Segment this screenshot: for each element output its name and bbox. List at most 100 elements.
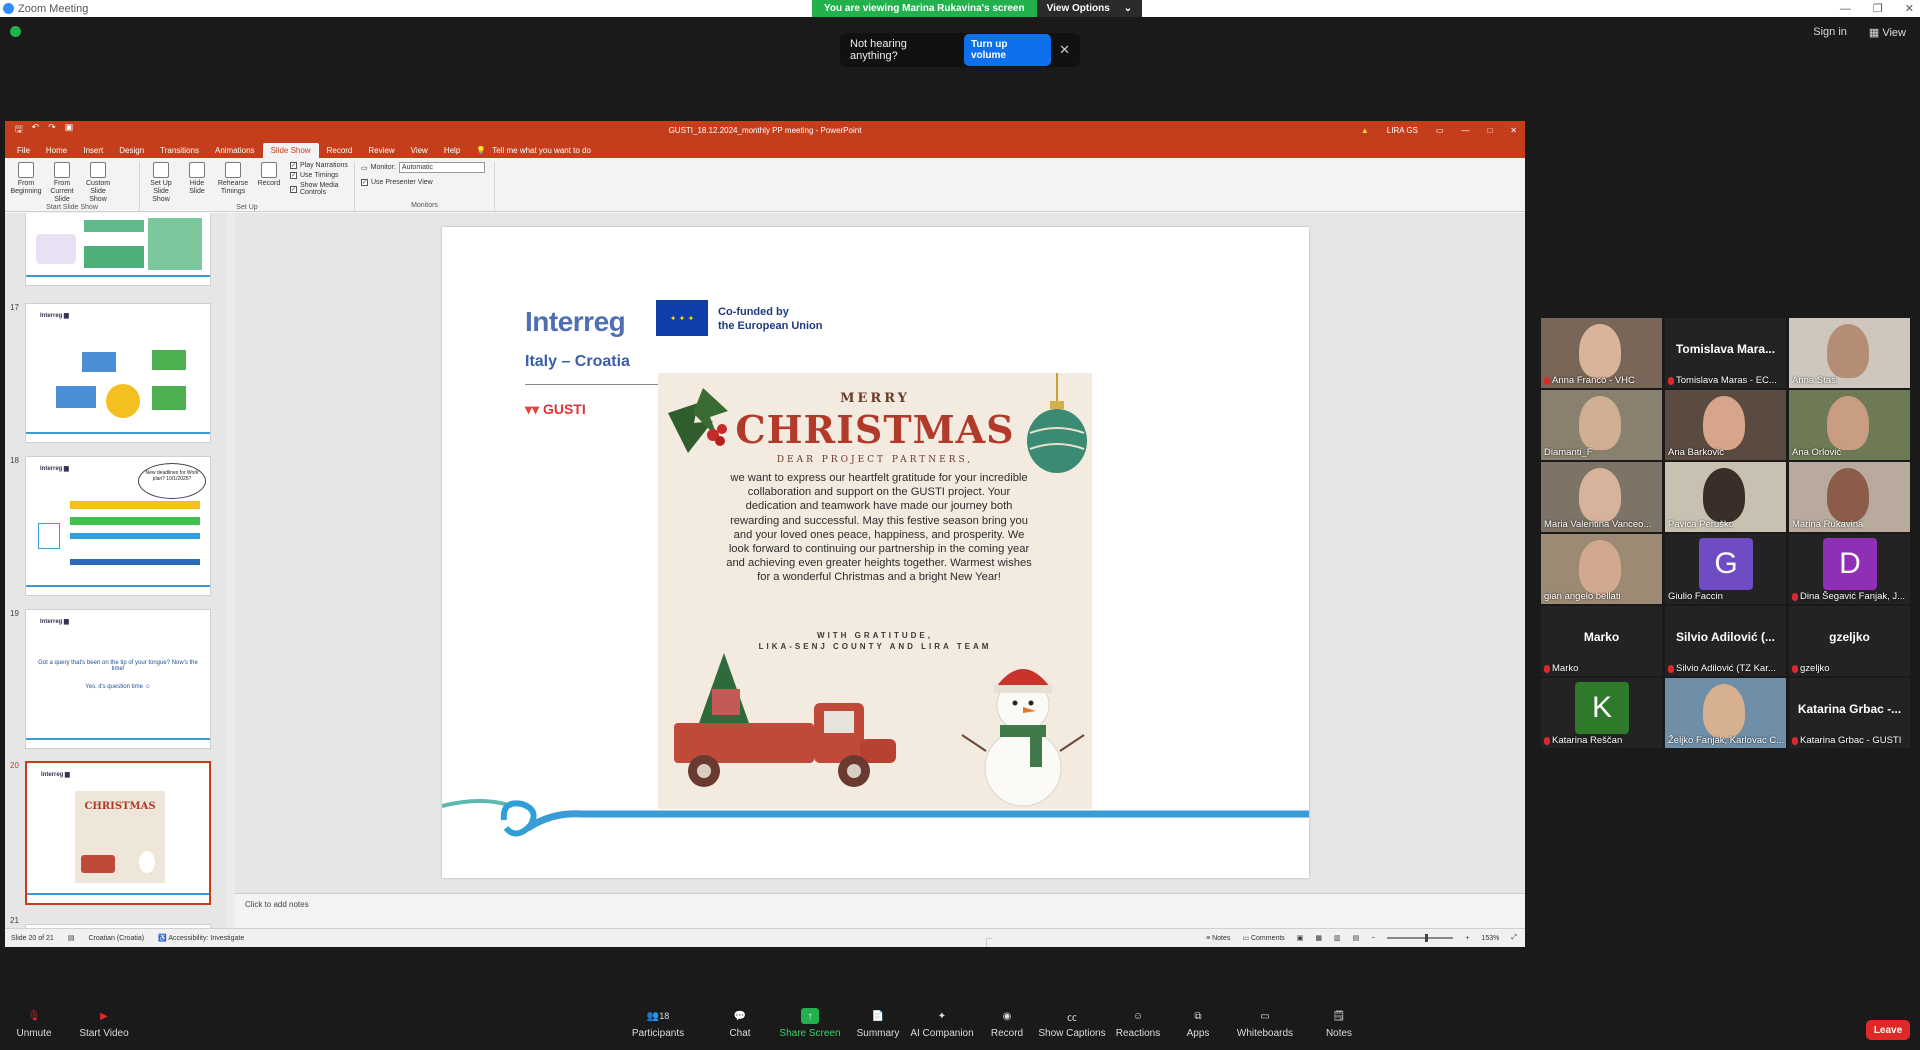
tab-transitions[interactable]: Transitions (152, 143, 207, 158)
monitor-select[interactable]: ▭ Monitor: Automatic (361, 162, 488, 173)
participant-tile[interactable]: Anna Stasi (1789, 318, 1910, 388)
tab-view[interactable]: View (403, 143, 436, 158)
whiteboards-button[interactable]: ▭ Whiteboards (1225, 1008, 1305, 1040)
tab-record[interactable]: Record (319, 143, 361, 158)
participant-tile[interactable]: Silvio Adilović (... Silvio Adilović (TZ … (1665, 606, 1786, 676)
tab-slide-show[interactable]: Slide Show (262, 143, 319, 158)
leave-button[interactable]: Leave (1866, 1020, 1910, 1040)
participant-tile[interactable]: Katarina Grbac -... Katarina Grbac - GUST… (1789, 678, 1910, 748)
notes-toggle[interactable]: ≡ Notes (1206, 935, 1230, 942)
monitor-dropdown[interactable]: Automatic (398, 162, 485, 173)
ppt-minimize-icon[interactable]: — (1461, 126, 1469, 135)
normal-view-icon[interactable]: ▣ (1297, 934, 1304, 942)
participant-tile[interactable]: Diamanti_F (1541, 390, 1662, 460)
view-options-button[interactable]: View Options ⌄ (1036, 0, 1143, 17)
from-current-button[interactable]: From Current Slide (47, 162, 77, 204)
toast-close-icon[interactable]: ✕ (1059, 42, 1070, 58)
participant-tile[interactable]: Ana Barković (1665, 390, 1786, 460)
sign-in-link[interactable]: Sign in (1813, 26, 1847, 39)
chevron-down-icon: ⌄ (1123, 3, 1133, 14)
tab-home[interactable]: Home (38, 143, 75, 158)
custom-show-button[interactable]: Custom Slide Show (83, 162, 113, 204)
presenter-view-checkbox[interactable]: ✓ Use Presenter View (361, 179, 488, 186)
participant-tile[interactable]: G Giulio Faccin (1665, 534, 1786, 604)
reading-view-icon[interactable]: ▥ (1334, 934, 1341, 942)
thumbnail-box[interactable]: Interreg ▆ (25, 303, 211, 443)
zoom-out-icon[interactable]: − (1371, 935, 1375, 942)
participant-tile[interactable]: Pavica Peruško (1665, 462, 1786, 532)
thumbnail-box[interactable]: Interreg ▆ Got a query that's been on th… (25, 609, 211, 749)
zoom-slider[interactable] (1387, 934, 1454, 942)
christmas-card-image[interactable]: MERRY CHRISTMAS DEAR PROJECT PARTNERS, w… (658, 373, 1092, 809)
thumbnail-box[interactable] (25, 213, 211, 286)
set-up-show-button[interactable]: Set Up Slide Show (146, 162, 176, 204)
thumbnail-box[interactable]: Interreg ▆ New deadlines for Work plan? … (25, 456, 211, 596)
participants-button[interactable]: 👥 18 Participants (618, 1008, 698, 1040)
thumb-box (152, 350, 186, 370)
ribbon-display-icon[interactable]: ▭ (1436, 126, 1444, 135)
start-video-button[interactable]: ▶ Start Video (64, 1008, 144, 1040)
participant-tile[interactable]: Marko Marko (1541, 606, 1662, 676)
close-icon[interactable]: ✕ (1905, 2, 1914, 15)
thumbnail-box-selected[interactable]: Interreg ▆ CHRISTMAS (25, 761, 211, 905)
use-timings-checkbox[interactable]: ✓ Use Timings (290, 172, 348, 179)
ppt-maximize-icon[interactable]: □ (1487, 126, 1492, 135)
participant-tile[interactable]: gzeljko gzeljko (1789, 606, 1910, 676)
comments-toggle-label: Comments (1250, 935, 1285, 942)
tab-file[interactable]: File (9, 143, 38, 158)
language-indicator[interactable]: Croatian (Croatia) (88, 935, 144, 942)
tab-design[interactable]: Design (111, 143, 152, 158)
participant-name-text: Dina Šegavić Fanjak, J... (1800, 591, 1906, 602)
accessibility-status[interactable]: ♿ Accessibility: Investigate (158, 934, 244, 942)
spellcheck-icon[interactable]: ▤ (68, 934, 75, 942)
slide-sorter-icon[interactable]: ▦ (1315, 934, 1322, 942)
show-media-checkbox[interactable]: ✓ Show Media Controls (290, 182, 348, 196)
unmute-button[interactable]: 🎙 Unmute (0, 1008, 74, 1040)
current-slide[interactable]: Interreg ✦ ✦ ✦ Co-funded by the European … (442, 227, 1309, 878)
thumbnails-scrollbar[interactable] (226, 213, 235, 928)
participant-tile[interactable]: gian angelo bellati (1541, 534, 1662, 604)
zoom-level[interactable]: 153% (1481, 935, 1499, 942)
ppt-close-icon[interactable]: ✕ (1510, 126, 1517, 135)
tab-insert[interactable]: Insert (75, 143, 111, 158)
tab-help[interactable]: Help (436, 143, 468, 158)
security-shield-icon[interactable] (10, 26, 21, 37)
play-narrations-checkbox[interactable]: ✓ Play Narrations (290, 162, 348, 169)
tab-animations[interactable]: Animations (207, 143, 263, 158)
ppt-user[interactable]: LIRA GS (1387, 126, 1418, 135)
tab-review[interactable]: Review (360, 143, 402, 158)
participant-tile[interactable]: Željko Fanjak, Karlovac C... (1665, 678, 1786, 748)
record-icon: ◉ (1002, 1010, 1012, 1022)
thumb-circle (106, 384, 140, 418)
notes-pane[interactable]: Click to add notes (235, 893, 1525, 928)
comments-toggle[interactable]: ▭ Comments (1242, 934, 1284, 942)
chat-button[interactable]: 💬 Chat (700, 1008, 780, 1040)
hide-slide-button[interactable]: Hide Slide (182, 162, 212, 204)
mic-muted-icon (1544, 736, 1550, 745)
slide-thumbnails-pane[interactable]: 17 Interreg ▆ 18 Interreg ▆ New deadline… (5, 213, 235, 928)
participant-tile[interactable]: Ana Orlović (1789, 390, 1910, 460)
notes-button[interactable]: 🗒 Notes (1299, 1008, 1379, 1040)
slideshow-view-icon[interactable]: ▤ (1353, 934, 1360, 942)
view-button[interactable]: ▦ View (1869, 26, 1906, 39)
participant-tile[interactable]: Tomislava Mara... Tomislava Maras - EC... (1665, 318, 1786, 388)
start-video-label: Start Video (79, 1028, 129, 1039)
participant-tile[interactable]: D Dina Šegavić Fanjak, J... (1789, 534, 1910, 604)
participant-tile[interactable]: Maria Valentina Vanceo... (1541, 462, 1662, 532)
restore-icon[interactable]: ❐ (1873, 2, 1883, 15)
participant-name-text: Diamanti_F (1544, 447, 1593, 458)
from-beginning-button[interactable]: From Beginning (10, 162, 42, 204)
thumb-wave (26, 585, 210, 587)
participant-tile[interactable]: K Katarina Reščan (1541, 678, 1662, 748)
participant-tile[interactable]: Marina Rukavina (1789, 462, 1910, 532)
tell-me-box[interactable]: 💡 Tell me what you want to do (468, 143, 599, 158)
rehearse-button[interactable]: Rehearse Timings (218, 162, 248, 204)
zoom-in-icon[interactable]: + (1465, 935, 1469, 942)
record-ribbon-button[interactable]: Record (254, 162, 284, 204)
notes-placeholder[interactable]: Click to add notes (245, 900, 309, 909)
participant-tile[interactable]: Anna Franco - VHC (1541, 318, 1662, 388)
turn-up-volume-button[interactable]: Turn up volume (963, 34, 1052, 66)
slide-editor[interactable]: Interreg ✦ ✦ ✦ Co-funded by the European … (235, 213, 1525, 893)
minimize-icon[interactable]: — (1840, 3, 1851, 15)
fit-slide-icon[interactable]: ⤢ (1511, 934, 1517, 942)
